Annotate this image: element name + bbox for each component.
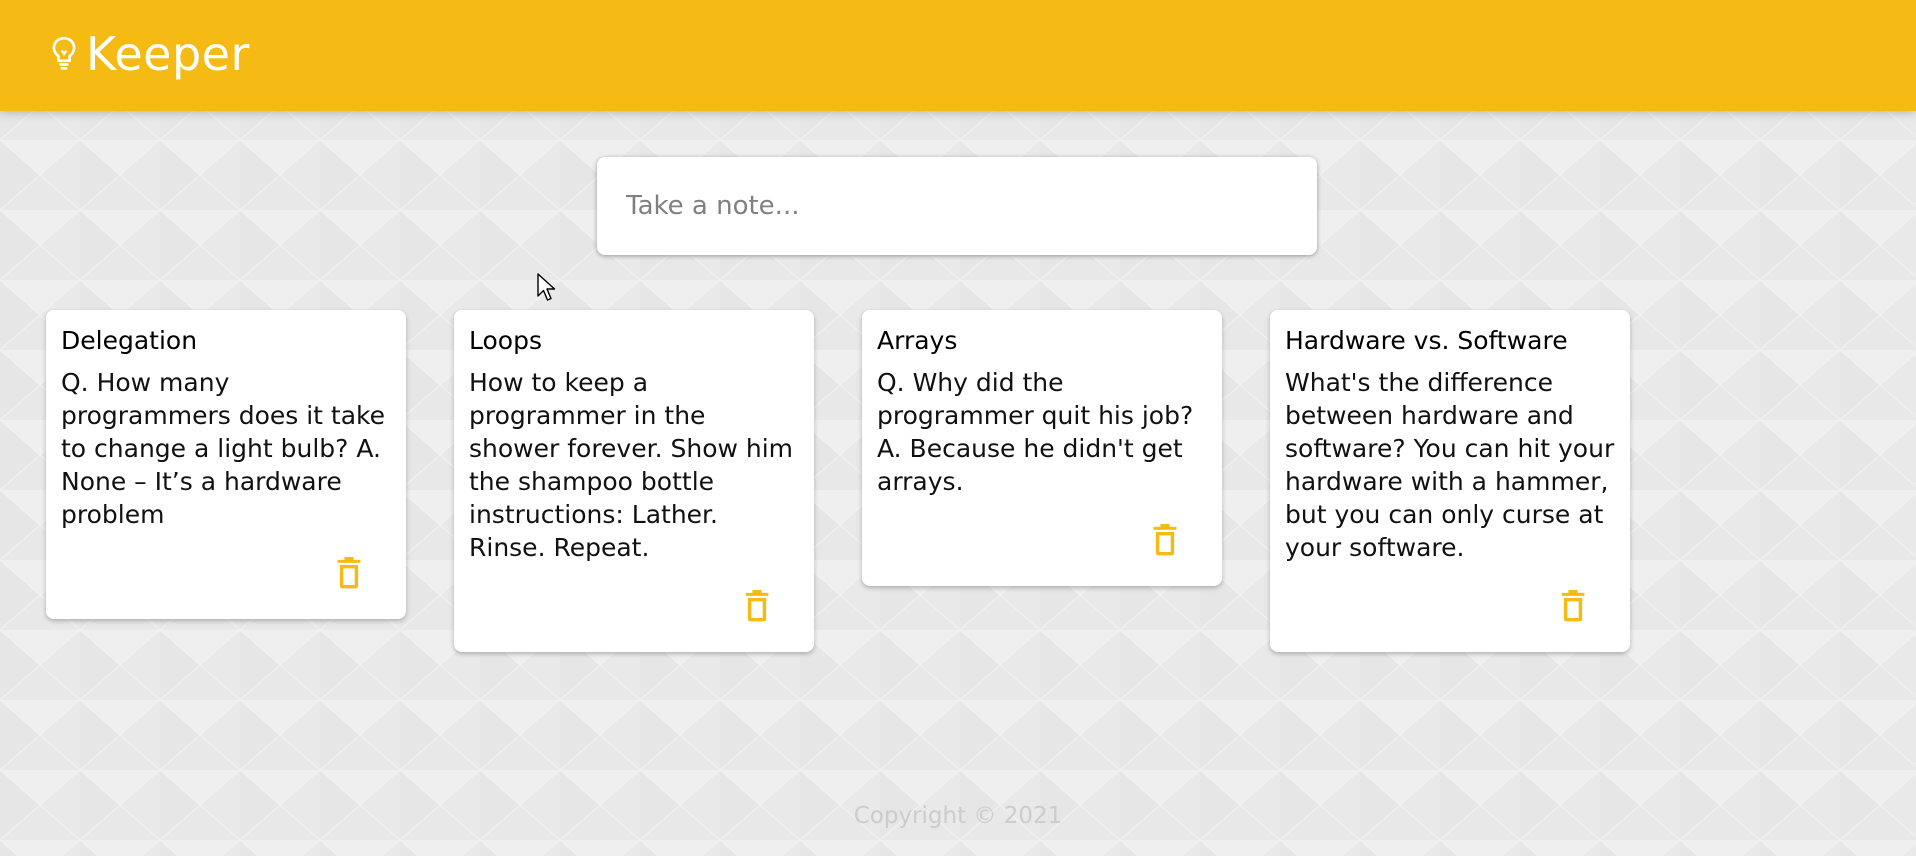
note-card: Loops How to keep a programmer in the sh… — [454, 310, 814, 652]
app-logo[interactable]: Keeper — [50, 28, 250, 80]
note-content: How to keep a programmer in the shower f… — [469, 368, 801, 562]
app-title: Keeper — [86, 27, 250, 81]
note-content-input[interactable] — [626, 184, 1286, 228]
delete-button[interactable] — [335, 557, 363, 589]
note-content: Q. Why did the programmer quit his job? … — [877, 368, 1202, 496]
note-card: Delegation Q. How many programmers does … — [46, 310, 406, 619]
delete-icon — [1153, 524, 1177, 556]
note-title: Delegation — [61, 326, 198, 355]
delete-icon — [745, 590, 769, 622]
create-note-form — [597, 157, 1317, 255]
lightbulb-icon — [52, 36, 76, 70]
app-header: Keeper — [0, 0, 1916, 111]
note-title: Loops — [469, 326, 542, 355]
note-card: Arrays Q. Why did the programmer quit hi… — [862, 310, 1222, 586]
delete-icon — [337, 557, 361, 589]
copyright-text: Copyright © 2021 — [853, 803, 1063, 829]
note-title: Arrays — [877, 326, 958, 355]
delete-button[interactable] — [1559, 590, 1587, 622]
delete-button[interactable] — [743, 590, 771, 622]
delete-icon — [1561, 590, 1585, 622]
page-footer: Copyright © 2021 — [0, 803, 1916, 829]
note-content: What's the difference between hardware a… — [1285, 368, 1623, 562]
mouse-cursor-icon — [537, 273, 556, 301]
note-content: Q. How many programmers does it take to … — [61, 368, 393, 529]
delete-button[interactable] — [1151, 524, 1179, 556]
note-card: Hardware vs. Software What's the differe… — [1270, 310, 1630, 652]
note-title: Hardware vs. Software — [1285, 326, 1568, 355]
